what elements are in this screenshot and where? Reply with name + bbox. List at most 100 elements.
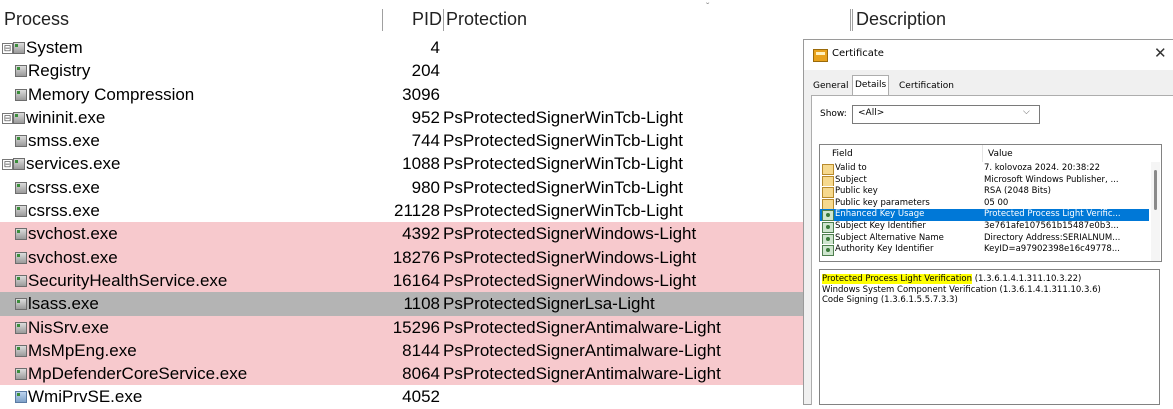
process-pid: 8144 (402, 340, 440, 360)
process-name: NisSrv.exe (28, 317, 109, 337)
field-name: Enhanced Key Usage (835, 209, 925, 220)
process-icon (15, 321, 27, 334)
field-value: Protected Process Light Verific... (984, 209, 1121, 220)
process-name: svchost.exe (28, 224, 118, 244)
process-protection: PsProtectedSignerAntimalware-Light (443, 340, 721, 360)
process-icon (15, 344, 27, 357)
process-icon (15, 135, 27, 148)
field-row[interactable]: Public key RSA (2048 Bits) (820, 186, 1149, 198)
property-icon (822, 175, 834, 187)
column-separator[interactable] (850, 9, 851, 31)
process-name: Memory Compression (28, 84, 195, 104)
field-row[interactable]: Subject Microsoft Windows Publisher, ... (820, 175, 1149, 187)
field-value: Directory Address:SERIALNUM... (984, 232, 1121, 243)
show-dropdown[interactable]: <All> ⌵ (852, 105, 1040, 124)
column-header-description[interactable]: Description (856, 0, 946, 38)
tab-details[interactable]: Details (852, 75, 890, 96)
show-dropdown-value: <All> (858, 108, 885, 118)
process-icon (15, 228, 27, 241)
dialog-titlebar[interactable]: Certificate ✕ (804, 40, 1173, 70)
process-pid: 1088 (402, 154, 440, 174)
field-row[interactable]: Valid to 7. kolovoza 2024. 20:38:22 (820, 163, 1149, 175)
eku-line: Windows System Component Verification (1… (822, 285, 1157, 296)
field-row[interactable]: Subject Alternative Name Directory Addres… (820, 233, 1149, 245)
extension-icon (822, 245, 834, 256)
process-pid: 980 (411, 177, 440, 197)
process-protection: PsProtectedSignerWindows-Light (443, 270, 697, 290)
eku-text: Windows System Component Verification (1… (822, 284, 1101, 295)
process-protection: PsProtectedSignerWinTcb-Light (443, 177, 684, 197)
search-highlight: Protected Process Light Verification (822, 274, 972, 284)
process-pid: 952 (411, 107, 440, 127)
field-list-scrollbar[interactable] (1151, 162, 1160, 261)
certificate-dialog: Certificate ✕ General Details Certificat… (803, 39, 1173, 405)
tree-collapse-icon[interactable]: ⊟ (2, 159, 13, 171)
process-name: wininit.exe (26, 107, 106, 127)
field-value: Microsoft Windows Publisher, ... (984, 174, 1119, 185)
column-separator[interactable] (382, 9, 383, 31)
column-header-pid[interactable]: PID (386, 0, 442, 38)
process-name: MsMpEng.exe (28, 340, 137, 360)
field-name: Valid to (835, 163, 867, 173)
process-protection: PsProtectedSignerWinTcb-Light (443, 154, 684, 174)
process-icon (15, 181, 27, 194)
column-header-protection[interactable]: Protection (446, 0, 527, 38)
process-name: csrss.exe (28, 177, 100, 197)
process-pid: 8064 (402, 364, 440, 384)
field-row[interactable]: Subject Key Identifier 3e761afe107561b154… (820, 221, 1149, 233)
process-pid: 21128 (393, 201, 440, 221)
process-pid: 744 (411, 131, 440, 151)
extension-icon (822, 233, 834, 245)
column-separator[interactable] (852, 9, 853, 31)
tab-general[interactable]: General (811, 78, 850, 95)
process-pid: 16164 (392, 270, 440, 290)
field-column-header[interactable]: Field (832, 149, 853, 159)
eku-text: (1.3.6.1.4.1.311.10.3.22) (972, 274, 1082, 284)
eku-text: Code Signing (1.3.6.1.5.5.7.3.3) (822, 295, 958, 305)
field-value-textbox[interactable]: Protected Process Light Verification (1.… (819, 269, 1160, 405)
process-protection: PsProtectedSignerWindows-Light (443, 247, 697, 267)
field-value: RSA (2048 Bits) (984, 186, 1051, 197)
tab-certification-path[interactable]: Certification Path (897, 78, 956, 108)
process-name: svchost.exe (28, 247, 118, 267)
field-list[interactable]: Field Value Valid to 7. kolovoza 2024. 20… (819, 144, 1162, 262)
process-icon (13, 42, 25, 54)
close-icon[interactable]: ✕ (1154, 44, 1167, 62)
field-name: Subject Key Identifier (835, 221, 926, 231)
process-protection: PsProtectedSignerLsa-Light (443, 294, 655, 314)
process-pid: 4 (430, 38, 440, 57)
process-protection: PsProtectedSignerWinTcb-Light (443, 107, 684, 127)
process-name: lsass.exe (28, 294, 99, 314)
field-row[interactable]: Authority Key Identifier KeyID=a97902398e… (820, 244, 1149, 256)
field-row[interactable]: Public key parameters 05 00 (820, 198, 1149, 210)
column-separator[interactable] (443, 9, 444, 31)
process-protection: PsProtectedSignerWindows-Light (443, 224, 697, 244)
process-icon (15, 298, 27, 311)
dialog-body: General Details Certification Path Show:… (804, 70, 1173, 405)
value-column-header[interactable]: Value (988, 149, 1013, 159)
process-name: SecurityHealthService.exe (28, 270, 228, 290)
process-pid: 4052 (402, 387, 440, 407)
dialog-title: Certificate (832, 48, 884, 59)
sort-indicator-icon: ˇ (706, 2, 710, 13)
eku-line: Protected Process Light Verification (1.… (822, 274, 1157, 285)
eku-line: Code Signing (1.3.6.1.5.5.7.3.3) (822, 295, 1157, 306)
field-name: Authority Key Identifier (835, 244, 934, 255)
tree-collapse-icon[interactable]: ⊟ (2, 43, 13, 54)
column-header-process[interactable]: Process (4, 0, 69, 38)
field-name: Subject Alternative Name (835, 232, 944, 243)
scrollbar-thumb[interactable] (1154, 170, 1157, 210)
certificate-icon (813, 49, 828, 62)
field-value: 05 00 (984, 197, 1009, 208)
tree-collapse-icon[interactable]: ⊟ (2, 112, 13, 124)
process-icon (15, 205, 27, 218)
chevron-down-icon: ⌵ (1023, 107, 1030, 117)
field-name: Subject (835, 174, 867, 185)
field-name: Public key (835, 186, 878, 197)
details-panel: Show: <All> ⌵ Field Value Valid to 7. kol… (811, 95, 1173, 405)
process-protection: PsProtectedSignerAntimalware-Light (443, 317, 721, 337)
property-icon (822, 187, 834, 198)
column-separator[interactable] (982, 145, 983, 162)
field-row[interactable]: Enhanced Key Usage Protected Process Ligh… (820, 209, 1149, 221)
process-name: csrss.exe (28, 201, 100, 221)
